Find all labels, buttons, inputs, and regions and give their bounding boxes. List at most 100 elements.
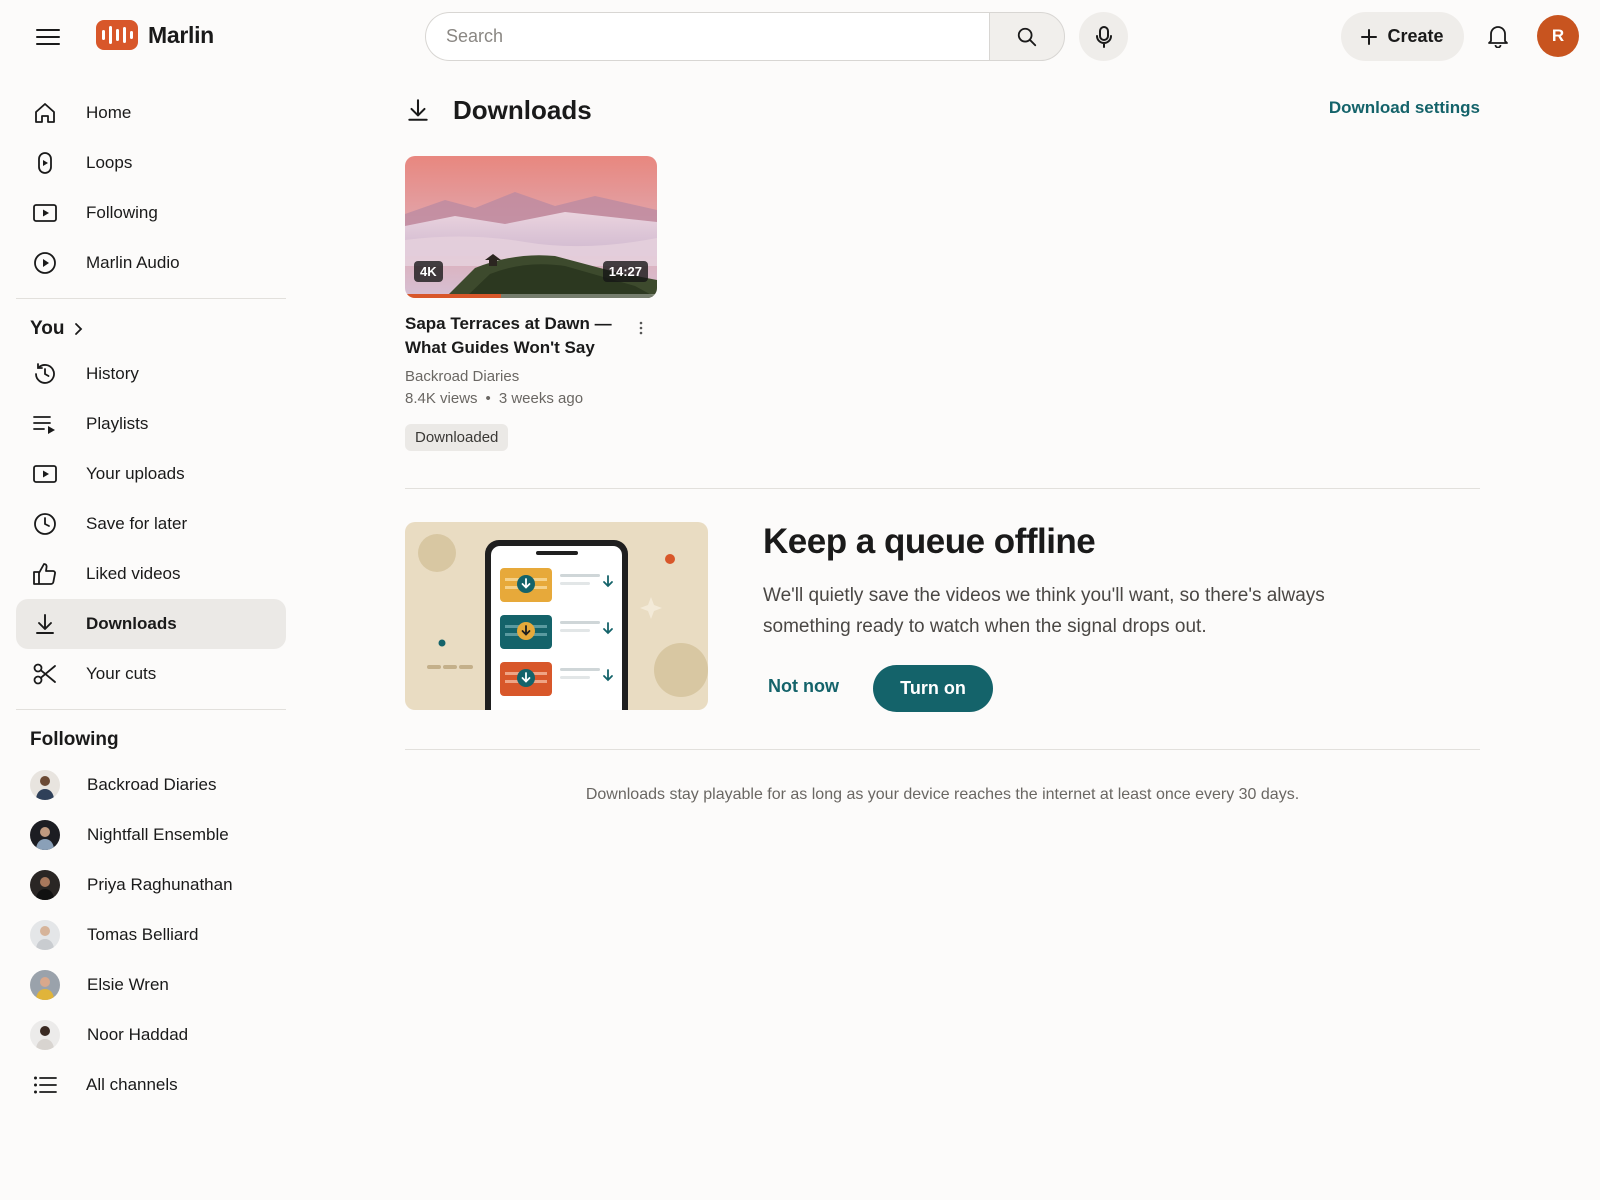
voice-search-button[interactable] (1079, 12, 1128, 61)
following-section-heading: Following (16, 720, 286, 760)
channel-backroad-diaries[interactable]: Backroad Diaries (16, 760, 286, 810)
sidebar-divider (16, 709, 286, 710)
upload-age: 3 weeks ago (498, 390, 584, 407)
channel-avatar (30, 770, 60, 800)
account-avatar[interactable]: R (1537, 15, 1579, 57)
sidebar-item-label: Loops (86, 153, 133, 172)
search-bar (425, 12, 1065, 61)
video-channel[interactable]: Backroad Diaries (405, 366, 657, 388)
bell-icon (1488, 26, 1508, 48)
sidebar-item-downloads[interactable]: Downloads (16, 599, 286, 649)
sidebar-item-label: History (86, 364, 139, 383)
home-icon (30, 98, 60, 128)
channel-name: Noor Haddad (87, 1025, 189, 1044)
logo-mark-icon (96, 20, 138, 50)
plus-icon (1361, 28, 1378, 45)
uploads-icon (30, 459, 60, 489)
video-stats: 8.4K views • 3 weeks ago (405, 388, 657, 410)
sidebar-item-all-channels[interactable]: All channels (16, 1060, 286, 1110)
duration-badge: 14:27 (602, 261, 648, 282)
history-icon (30, 359, 60, 389)
downloaded-chip: Downloaded (405, 424, 509, 451)
page-header: Downloads Download settings (405, 90, 1480, 130)
channel-avatar (30, 870, 60, 900)
download-icon (408, 99, 428, 121)
channel-avatar (30, 970, 60, 1000)
channel-tomas-belliard[interactable]: Tomas Belliard (16, 910, 286, 960)
scissors-icon (30, 659, 60, 689)
sidebar-item-your-uploads[interactable]: Your uploads (16, 449, 286, 499)
sidebar: Home Loops Following Marlin Audio You Hi… (16, 88, 286, 1110)
separator-dot: • (485, 390, 491, 407)
sidebar-item-label: Liked videos (86, 564, 181, 583)
sidebar-item-label: All channels (86, 1075, 178, 1094)
sidebar-item-loops[interactable]: Loops (16, 138, 286, 188)
page-title: Downloads (453, 94, 592, 125)
video-title[interactable]: Sapa Terraces at Dawn — What Guides Won'… (405, 312, 625, 360)
sidebar-divider (16, 298, 286, 299)
logo[interactable]: Marlin (96, 20, 214, 50)
watch-progress-bar (405, 294, 657, 298)
channel-elsie-wren[interactable]: Elsie Wren (16, 960, 286, 1010)
top-bar: Marlin Create R (0, 0, 1600, 74)
menu-icon[interactable] (28, 22, 68, 52)
you-heading-label: You (30, 318, 65, 339)
more-vertical-icon (639, 321, 643, 335)
sidebar-item-label: Marlin Audio (86, 253, 180, 272)
promo-body: We'll quietly save the videos we think y… (763, 585, 1325, 637)
sidebar-item-history[interactable]: History (16, 349, 286, 399)
sidebar-item-label: Following (86, 203, 158, 222)
playlists-icon (30, 409, 60, 439)
offline-queue-illustration (405, 522, 708, 710)
following-heading-label: Following (30, 729, 119, 750)
view-count: 8.4K views (405, 390, 478, 407)
create-label: Create (1387, 26, 1444, 46)
video-thumbnail[interactable]: 4K 14:27 (405, 156, 657, 298)
sidebar-item-label: Playlists (86, 414, 149, 433)
list-icon (30, 1070, 60, 1100)
sidebar-item-following[interactable]: Following (16, 188, 286, 238)
sidebar-item-label: Downloads (86, 614, 177, 633)
download-settings-link[interactable]: Download settings (1329, 98, 1480, 118)
notifications-button[interactable] (1478, 16, 1518, 56)
downloads-footnote: Downloads stay playable for as long as y… (585, 786, 1300, 803)
clock-icon (30, 509, 60, 539)
microphone-icon (1095, 25, 1112, 48)
thumbs-up-icon (30, 559, 60, 589)
download-icon (30, 609, 60, 639)
not-now-button[interactable]: Not now (768, 676, 839, 697)
channel-noor-haddad[interactable]: Noor Haddad (16, 1010, 286, 1060)
sidebar-item-label: Home (86, 103, 132, 122)
channel-name: Backroad Diaries (87, 775, 217, 794)
create-button[interactable]: Create (1341, 12, 1464, 61)
channel-nightfall-ensemble[interactable]: Nightfall Ensemble (16, 810, 286, 860)
search-input[interactable] (425, 12, 989, 61)
promo-title: Keep a queue offline (763, 522, 1096, 561)
channel-avatar (30, 820, 60, 850)
video-card: 4K 14:27 Sapa Terraces at Dawn — What Gu… (405, 156, 657, 451)
channel-name: Tomas Belliard (87, 925, 199, 944)
channel-avatar (30, 920, 60, 950)
section-divider (405, 749, 1480, 750)
you-section-heading[interactable]: You (16, 309, 286, 349)
search-icon (1017, 27, 1037, 46)
chevron-right-icon (75, 323, 83, 335)
channel-priya-raghunathan[interactable]: Priya Raghunathan (16, 860, 286, 910)
channel-name: Nightfall Ensemble (87, 825, 229, 844)
sidebar-item-marlin-audio[interactable]: Marlin Audio (16, 238, 286, 288)
channel-name: Elsie Wren (87, 975, 169, 994)
more-options-button[interactable] (633, 318, 649, 338)
search-button[interactable] (989, 12, 1065, 61)
sidebar-item-playlists[interactable]: Playlists (16, 399, 286, 449)
sidebar-item-liked-videos[interactable]: Liked videos (16, 549, 286, 599)
watch-progress-fill (405, 294, 501, 298)
channel-avatar (30, 1020, 60, 1050)
subscriptions-icon (30, 198, 60, 228)
sidebar-item-home[interactable]: Home (16, 88, 286, 138)
turn-on-button[interactable]: Turn on (873, 665, 993, 712)
sidebar-item-your-cuts[interactable]: Your cuts (16, 649, 286, 699)
sidebar-item-label: Save for later (86, 514, 188, 533)
sidebar-item-label: Your uploads (86, 464, 185, 483)
play-circle-icon (30, 248, 60, 278)
sidebar-item-save-for-later[interactable]: Save for later (16, 499, 286, 549)
